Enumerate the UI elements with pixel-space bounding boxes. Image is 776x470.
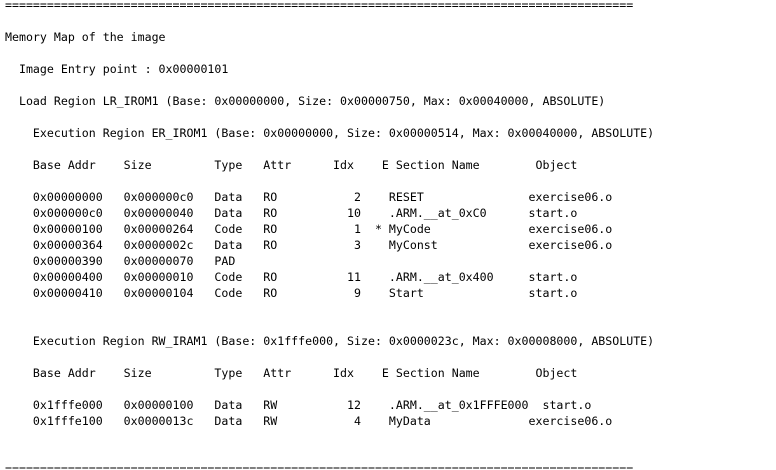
listing-line: 0x00000400 0x00000010 Code RO 11 .ARM.__… — [5, 270, 578, 284]
listing-line: Execution Region ER_IROM1 (Base: 0x00000… — [5, 126, 655, 140]
listing-line: Base Addr Size Type Attr Idx E Section N… — [5, 366, 578, 380]
listing-line: 0x00000390 0x00000070 PAD — [5, 254, 236, 268]
listing-line: 0x00000410 0x00000104 Code RO 9 Start st… — [5, 286, 578, 300]
listing-line: Base Addr Size Type Attr Idx E Section N… — [5, 158, 578, 172]
listing-line: Memory Map of the image — [5, 30, 166, 44]
listing-line: Execution Region RW_IRAM1 (Base: 0x1fffe… — [5, 334, 655, 348]
listing-line: Load Region LR_IROM1 (Base: 0x00000000, … — [5, 94, 606, 108]
memory-map-listing: ========================================… — [5, 0, 654, 470]
listing-line: ========================================… — [5, 0, 634, 12]
listing-line: 0x000000c0 0x00000040 Data RO 10 .ARM.__… — [5, 206, 578, 220]
listing-line: Image Entry point : 0x00000101 — [5, 62, 229, 76]
text-viewer[interactable]: ========================================… — [0, 0, 776, 470]
listing-line: 0x1fffe000 0x00000100 Data RW 12 .ARM.__… — [5, 398, 592, 412]
listing-line: 0x00000000 0x000000c0 Data RO 2 RESET ex… — [5, 190, 613, 204]
listing-line: 0x1fffe100 0x0000013c Data RW 4 MyData e… — [5, 414, 613, 428]
listing-line: 0x00000100 0x00000264 Code RO 1 * MyCode… — [5, 222, 613, 236]
listing-line: ========================================… — [5, 462, 634, 470]
listing-line: 0x00000364 0x0000002c Data RO 3 MyConst … — [5, 238, 613, 252]
